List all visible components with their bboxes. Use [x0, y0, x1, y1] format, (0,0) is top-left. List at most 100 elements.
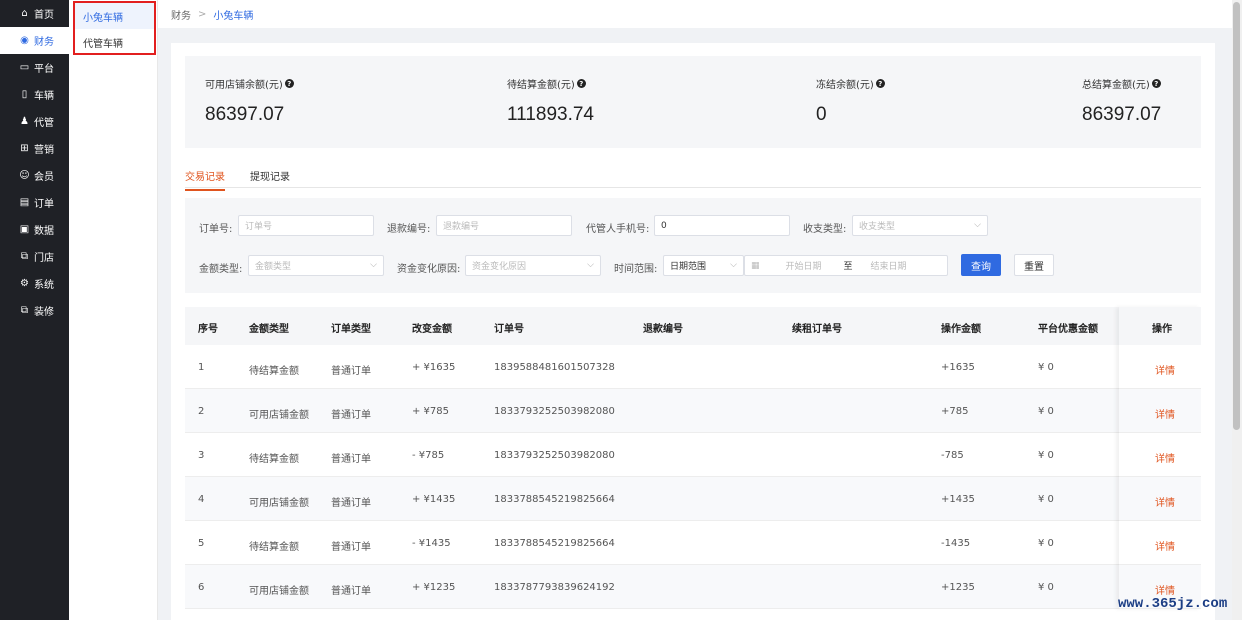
scrollbar-thumb[interactable]	[1233, 2, 1240, 430]
header-col-platform-discount: 平台优惠金额	[1038, 324, 1098, 335]
nav-item-9[interactable]: ⧉ 门店	[0, 243, 69, 270]
nav-item-label: 代管	[34, 118, 54, 129]
cell-col-amount-type: 可用店铺金额	[249, 498, 309, 509]
header-col-index: 序号	[198, 324, 218, 335]
nav-item-10[interactable]: ⚙ 系统	[0, 270, 69, 297]
cell-col-change-amount: + ¥1435	[412, 494, 456, 505]
amount-type-select[interactable]: 金额类型 ⌵	[248, 255, 384, 276]
detail-link[interactable]: 详情	[1155, 582, 1175, 597]
nav-item-4[interactable]: ♟ 代管	[0, 108, 69, 135]
help-icon[interactable]: ?	[875, 79, 885, 88]
stat-label: 待结算金额(元)	[507, 80, 575, 91]
refund-no-input[interactable]: 退款编号	[436, 215, 572, 236]
cell-col-op-amount: +785	[941, 406, 969, 417]
detail-link[interactable]: 详情	[1155, 362, 1175, 377]
cell-col-order-type: 普通订单	[331, 366, 371, 377]
cell-col-change-amount: - ¥785	[412, 450, 445, 461]
cell-col-change-amount: + ¥785	[412, 406, 450, 417]
subnav-item-xiaotu[interactable]: 小兔车辆	[75, 3, 154, 29]
highlight-box: 小兔车辆 代管车辆	[73, 1, 156, 55]
filter-panel: 订单号: 订单号 退款编号: 退款编号 代管人手机号: 0 收支类型: 收支类型…	[185, 198, 1201, 293]
data-icon: ▣	[19, 224, 30, 235]
breadcrumb-root[interactable]: 财务	[171, 7, 191, 22]
finance-icon: ◉	[20, 35, 29, 46]
date-range-picker[interactable]: ▦ 开始日期 至 结束日期	[744, 255, 948, 276]
nav-item-8[interactable]: ▣ 数据	[0, 216, 69, 243]
cell-col-op-amount: +1235	[941, 582, 975, 593]
cell-col-index: 6	[198, 582, 205, 593]
record-tabs: 交易记录 提现记录	[185, 163, 1201, 191]
nav-item-label: 首页	[34, 10, 54, 21]
help-icon[interactable]: ?	[284, 79, 294, 88]
table-row: 1 待结算金额 普通订单 + ¥1635 1839588481601507328 +163…	[185, 345, 1201, 389]
nav-item-3[interactable]: ▯ 车辆	[0, 81, 69, 108]
cell-col-order-no: 1833788545219825664	[494, 494, 615, 505]
calendar-icon: ▦	[751, 260, 760, 271]
amount-type-label: 金额类型:	[199, 264, 243, 275]
type-select[interactable]: 收支类型 ⌵	[852, 215, 988, 236]
tab-withdrawals[interactable]: 提现记录	[250, 168, 290, 189]
detail-link[interactable]: 详情	[1155, 450, 1175, 465]
stat-value: 111893.74	[507, 104, 594, 125]
breadcrumb: 财务 > 小兔车辆	[158, 0, 1232, 28]
start-date-input[interactable]: 开始日期	[786, 259, 822, 272]
cell-col-platform-discount: ¥ 0	[1038, 362, 1054, 373]
nav-item-label: 装修	[34, 307, 54, 318]
reset-button[interactable]: 重置	[1014, 254, 1054, 276]
reason-label: 资金变化原因:	[397, 264, 461, 275]
cell-col-order-no: 1833787793839624192	[494, 582, 615, 593]
nav-item-label: 营销	[34, 145, 54, 156]
stat-label: 可用店铺余额(元)	[205, 80, 283, 91]
nav-item-label: 会员	[34, 172, 54, 183]
transactions-table: 序号 金额类型 订单类型 改变金额 订单号 退款编号 续租订单号 操作金额 平台优惠金额 操作 1…	[185, 307, 1201, 609]
order-no-label: 订单号:	[199, 224, 233, 235]
time-label: 时间范围:	[614, 264, 658, 275]
home-icon: ⌂	[21, 8, 28, 19]
order-no-input[interactable]: 订单号	[238, 215, 374, 236]
nav-item-5[interactable]: ⊞ 营销	[0, 135, 69, 162]
header-col-amount-type: 金额类型	[249, 324, 289, 335]
cell-col-amount-type: 可用店铺金额	[249, 410, 309, 421]
detail-link[interactable]: 详情	[1155, 538, 1175, 553]
cell-col-platform-discount: ¥ 0	[1038, 406, 1054, 417]
nav-item-2[interactable]: ▭ 平台	[0, 54, 69, 81]
cell-col-index: 2	[198, 406, 205, 417]
reason-select[interactable]: 资金变化原因 ⌵	[465, 255, 601, 276]
nav-item-7[interactable]: ▤ 订单	[0, 189, 69, 216]
cell-col-order-type: 普通订单	[331, 498, 371, 509]
stat-label: 总结算金额(元)	[1082, 80, 1150, 91]
vehicle-icon: ▯	[21, 89, 28, 100]
nav-item-label: 车辆	[34, 91, 54, 102]
cell-col-index: 5	[198, 538, 205, 549]
end-date-input[interactable]: 结束日期	[871, 259, 907, 272]
subnav-item-daiguan[interactable]: 代管车辆	[75, 29, 154, 55]
help-icon[interactable]: ?	[1151, 79, 1161, 88]
order-icon: ▤	[19, 197, 30, 208]
cell-col-platform-discount: ¥ 0	[1038, 538, 1054, 549]
detail-link[interactable]: 详情	[1155, 494, 1175, 509]
main-card: 可用店铺余额(元)? 86397.07 待结算金额(元)? 111893.74 …	[171, 43, 1215, 620]
help-icon[interactable]: ?	[576, 79, 586, 88]
nav-item-label: 门店	[34, 253, 54, 264]
header-col-refund-no: 退款编号	[643, 324, 683, 335]
nav-item-1[interactable]: ◉ 财务	[0, 27, 69, 54]
time-range-value: 日期范围	[670, 262, 707, 272]
time-range-select[interactable]: 日期范围 ⌵	[663, 255, 744, 276]
table-row: 3 待结算金额 普通订单 - ¥785 1833793252503982080 -785 ¥…	[185, 433, 1201, 477]
search-button[interactable]: 查询	[961, 254, 1001, 276]
cell-col-index: 3	[198, 450, 205, 461]
nav-item-11[interactable]: ⧉ 装修	[0, 297, 69, 324]
tab-transactions[interactable]: 交易记录	[185, 168, 225, 191]
cell-col-op-amount: -1435	[941, 538, 971, 549]
table-row: 6 可用店铺金额 普通订单 + ¥1235 1833787793839624192 +12…	[185, 565, 1201, 609]
header-col-change-amount: 改变金额	[412, 324, 452, 335]
cell-col-op-amount: +1435	[941, 494, 975, 505]
cell-col-platform-discount: ¥ 0	[1038, 582, 1054, 593]
cell-col-op-amount: -785	[941, 450, 964, 461]
detail-link[interactable]: 详情	[1155, 406, 1175, 421]
nav-item-0[interactable]: ⌂ 首页	[0, 0, 69, 27]
nav-item-6[interactable]: ☺ 会员	[0, 162, 69, 189]
table-body: 1 待结算金额 普通订单 + ¥1635 1839588481601507328 +163…	[185, 345, 1201, 609]
header-col-actions: 操作	[1152, 324, 1172, 335]
phone-input[interactable]: 0	[654, 215, 790, 236]
